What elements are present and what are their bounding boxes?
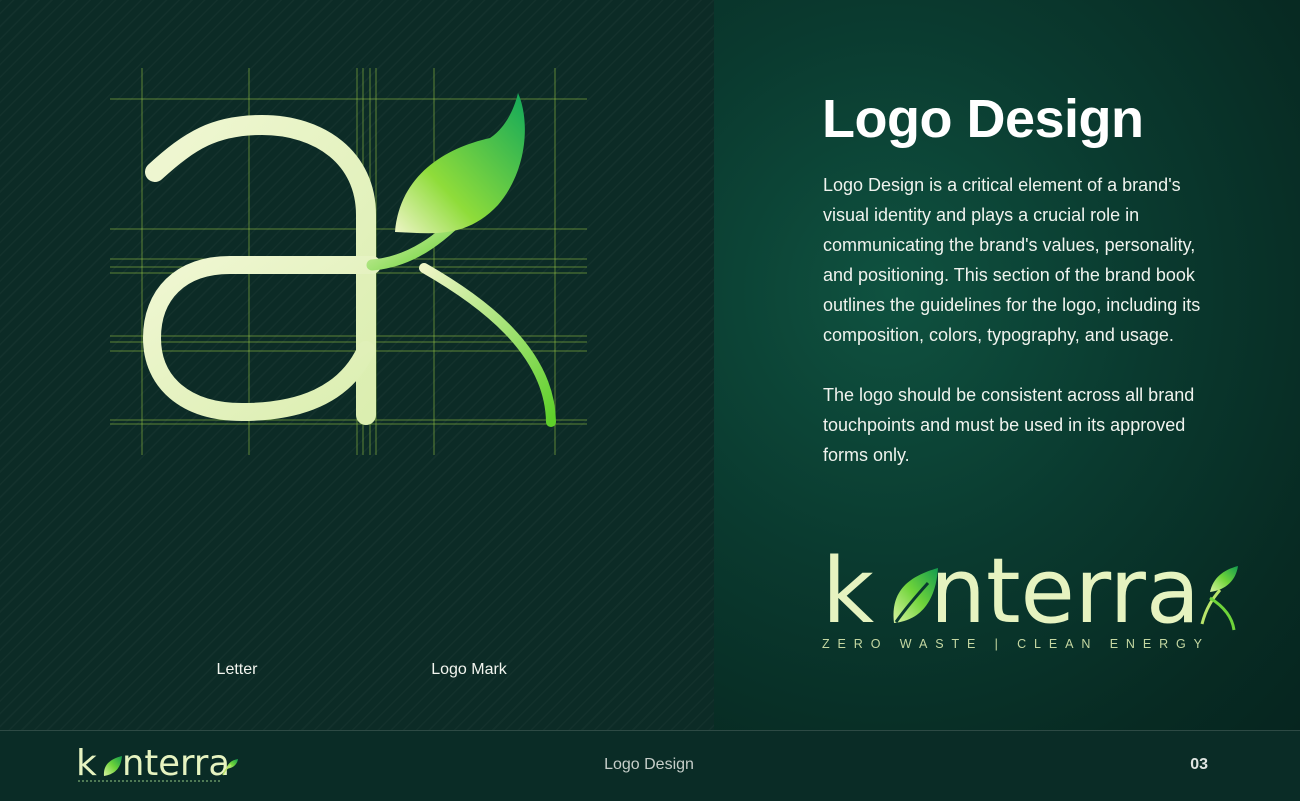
page-number: 03 xyxy=(1190,756,1208,773)
wordmark-k: k xyxy=(822,539,874,644)
konterra-logo: k nterra ZERO WASTE | CLEAN ENERGY xyxy=(822,539,1238,651)
small-leaf-icon xyxy=(1200,566,1238,631)
footer-wordmark-nterra: nterra xyxy=(122,743,230,784)
caption-logo-mark: Logo Mark xyxy=(431,661,507,678)
footer-section-title: Logo Design xyxy=(604,756,694,773)
letter-a-glyph xyxy=(142,114,381,425)
footer-wordmark-k: k xyxy=(76,743,97,784)
construction-panel: Letter Logo Mark xyxy=(0,0,714,730)
wordmark-nterra: nterra xyxy=(930,539,1200,644)
logo-construction-mark xyxy=(110,68,587,455)
caption-letter: Letter xyxy=(216,661,258,678)
leaf-icon xyxy=(103,756,122,776)
description-paragraph: Logo Design is a critical element of a b… xyxy=(823,175,1201,345)
usage-paragraph: The logo should be consistent across all… xyxy=(823,385,1195,465)
leaf-icon xyxy=(366,93,556,427)
page-heading: Logo Design xyxy=(822,89,1144,149)
footer: k nterra Logo Design 03 xyxy=(0,730,1300,801)
footer-logo: k nterra xyxy=(76,743,238,784)
